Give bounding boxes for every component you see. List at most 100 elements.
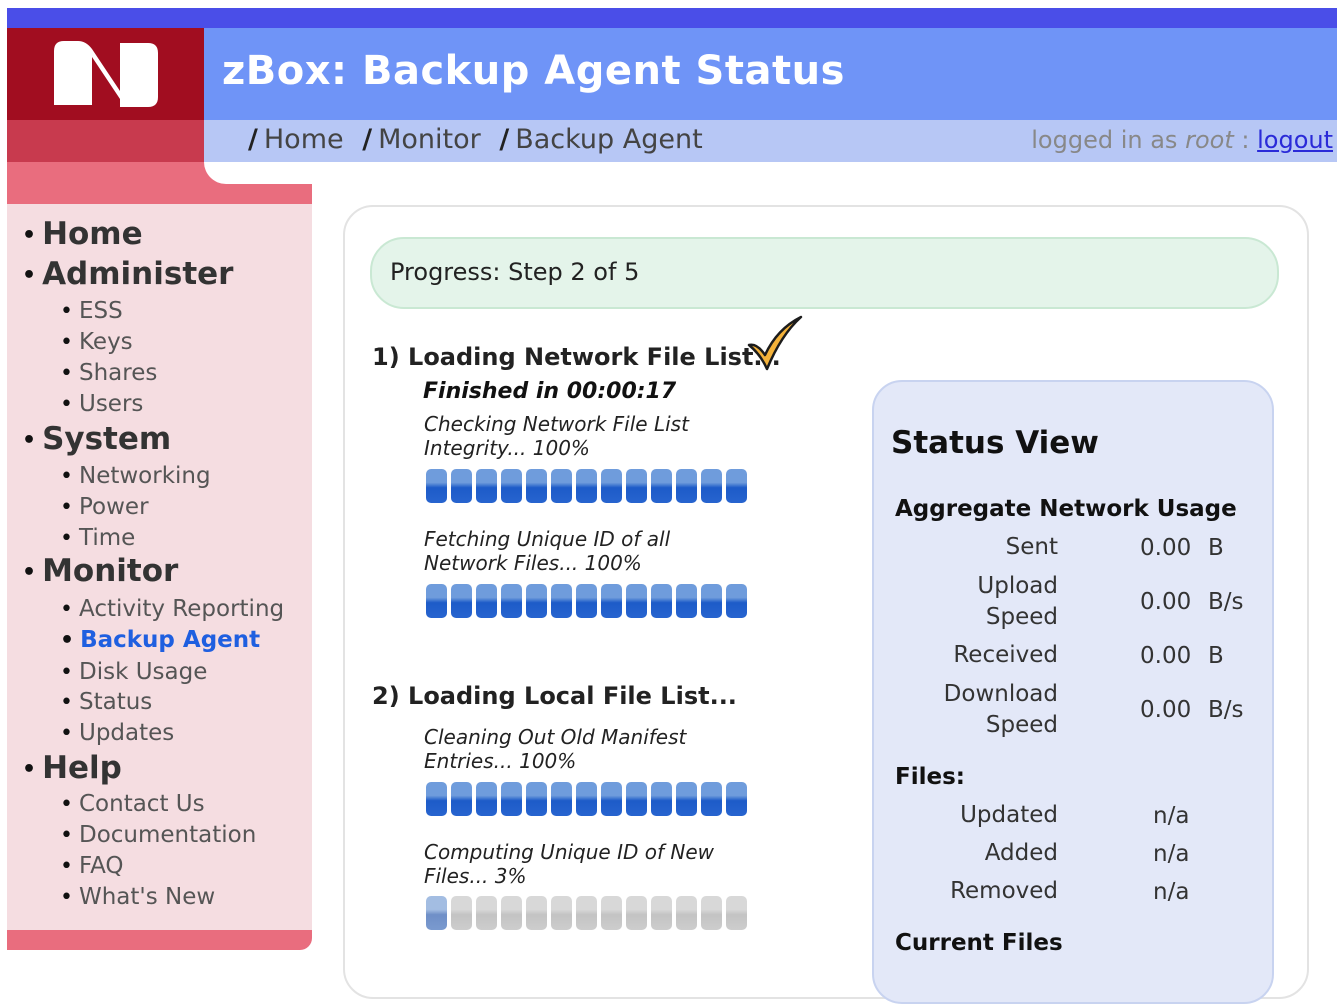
progress-segment xyxy=(451,782,472,816)
progress-segment xyxy=(701,782,722,816)
download-speed-label: Download Speed xyxy=(943,681,1058,738)
checkmark-icon xyxy=(747,315,803,371)
progress-segment xyxy=(651,584,672,618)
sidebar-item-time[interactable]: • Time xyxy=(60,525,135,551)
status-view-title: Status View xyxy=(891,425,1099,461)
logo[interactable] xyxy=(7,28,204,120)
removed-value: n/a xyxy=(1153,879,1190,905)
progress-bar xyxy=(426,469,747,503)
sidebar-item-ess[interactable]: • ESS xyxy=(60,298,123,324)
breadcrumb-monitor[interactable]: Monitor xyxy=(378,124,481,155)
updated-label: Updated xyxy=(960,802,1058,828)
step-title: 2) Loading Local File List... xyxy=(372,682,737,710)
progress-segment xyxy=(601,469,622,503)
sidebar-item-system[interactable]: • System xyxy=(22,421,171,457)
received-unit: B xyxy=(1208,643,1224,669)
sidebar-item-status[interactable]: • Status xyxy=(60,689,152,715)
progress-bar xyxy=(426,896,747,930)
download-speed-value: 0.00 xyxy=(1140,697,1192,723)
sidebar-item-faq[interactable]: • FAQ xyxy=(60,853,124,879)
progress-segment xyxy=(676,469,697,503)
sidebar-item-activity-reporting[interactable]: • Activity Reporting xyxy=(60,596,284,622)
sidebar-item-shares[interactable]: • Shares xyxy=(60,360,157,386)
sidebar-item-whats-new[interactable]: • What's New xyxy=(60,884,215,910)
progress-segment xyxy=(576,896,597,930)
login-prefix: logged in as xyxy=(1031,126,1178,154)
task-label: Fetching Unique ID of all Network Files.… xyxy=(424,527,671,575)
sidebar-item-help[interactable]: • Help xyxy=(22,750,122,786)
sidebar-item-networking[interactable]: • Networking xyxy=(60,463,211,489)
breadcrumb-backup-agent: Backup Agent xyxy=(515,124,703,155)
progress-segment xyxy=(451,584,472,618)
received-label: Received xyxy=(953,642,1058,668)
sidebar-item-updates[interactable]: • Updates xyxy=(60,720,174,746)
sidebar-item-power[interactable]: • Power xyxy=(60,494,149,520)
progress-segment xyxy=(651,896,672,930)
sidebar-item-keys[interactable]: • Keys xyxy=(60,329,133,355)
added-label: Added xyxy=(984,840,1058,866)
breadcrumb-separator: / xyxy=(499,124,510,155)
progress-segment xyxy=(726,782,747,816)
progress-segment xyxy=(476,584,497,618)
sidebar-bottom-edge xyxy=(7,930,312,950)
progress-segment xyxy=(701,584,722,618)
progress-segment xyxy=(451,469,472,503)
progress-banner: Progress: Step 2 of 5 xyxy=(370,237,1279,309)
progress-segment xyxy=(626,782,647,816)
sidebar-item-monitor[interactable]: • Monitor xyxy=(22,553,178,589)
added-value: n/a xyxy=(1153,841,1190,867)
progress-segment xyxy=(451,896,472,930)
progress-segment xyxy=(601,782,622,816)
current-files-heading: Current Files xyxy=(895,930,1063,956)
zbox-logo-icon xyxy=(53,41,158,107)
progress-segment xyxy=(526,469,547,503)
breadcrumb-separator: / xyxy=(248,124,258,155)
files-heading: Files: xyxy=(895,764,965,790)
breadcrumb-bar: / Home / Monitor / Backup Agent logged in a… xyxy=(204,120,1337,162)
progress-segment xyxy=(476,782,497,816)
login-user: root xyxy=(1185,126,1234,154)
sidebar-item-contact-us[interactable]: • Contact Us xyxy=(60,791,205,817)
breadcrumb: / Home / Monitor / Backup Agent xyxy=(248,124,713,155)
sidebar-item-disk-usage[interactable]: • Disk Usage xyxy=(60,659,207,685)
sidebar-item-backup-agent[interactable]: • Backup Agent xyxy=(60,627,260,653)
progress-segment xyxy=(576,584,597,618)
sidebar-item-users[interactable]: • Users xyxy=(60,391,143,417)
logout-link[interactable]: logout xyxy=(1257,126,1333,154)
sidebar-item-documentation[interactable]: • Documentation xyxy=(60,822,256,848)
progress-segment xyxy=(551,469,572,503)
task-label: Cleaning Out Old Manifest Entries... 100… xyxy=(424,725,687,773)
progress-segment xyxy=(651,782,672,816)
task-label: Checking Network File List Integrity... … xyxy=(424,412,689,460)
sidebar-item-home[interactable]: • Home xyxy=(22,216,143,252)
progress-segment xyxy=(476,469,497,503)
step-finished-time: Finished in 00:00:17 xyxy=(423,379,677,404)
progress-segment xyxy=(726,896,747,930)
sent-value: 0.00 xyxy=(1140,535,1192,561)
progress-segment xyxy=(601,896,622,930)
progress-segment xyxy=(426,584,447,618)
sent-label: Sent xyxy=(1005,534,1058,560)
progress-segment xyxy=(626,896,647,930)
top-strip xyxy=(7,8,1337,28)
progress-segment xyxy=(676,584,697,618)
removed-label: Removed xyxy=(950,878,1058,904)
breadcrumb-home[interactable]: Home xyxy=(264,124,344,155)
breadcrumb-separator: / xyxy=(362,124,373,155)
progress-segment xyxy=(576,782,597,816)
title-bar: zBox: Backup Agent Status xyxy=(204,28,1337,120)
step-title: 1) Loading Network File List... xyxy=(372,343,781,371)
download-speed-unit: B/s xyxy=(1208,697,1244,723)
progress-segment xyxy=(551,896,572,930)
progress-segment xyxy=(426,896,447,930)
progress-segment xyxy=(626,469,647,503)
progress-segment xyxy=(551,782,572,816)
progress-segment xyxy=(426,469,447,503)
progress-segment xyxy=(501,782,522,816)
progress-segment xyxy=(701,469,722,503)
progress-segment xyxy=(551,584,572,618)
progress-bar xyxy=(426,584,747,618)
sidebar-item-administer[interactable]: • Administer xyxy=(22,256,233,292)
task-label: Computing Unique ID of New Files... 3% xyxy=(424,840,714,888)
progress-segment xyxy=(676,782,697,816)
